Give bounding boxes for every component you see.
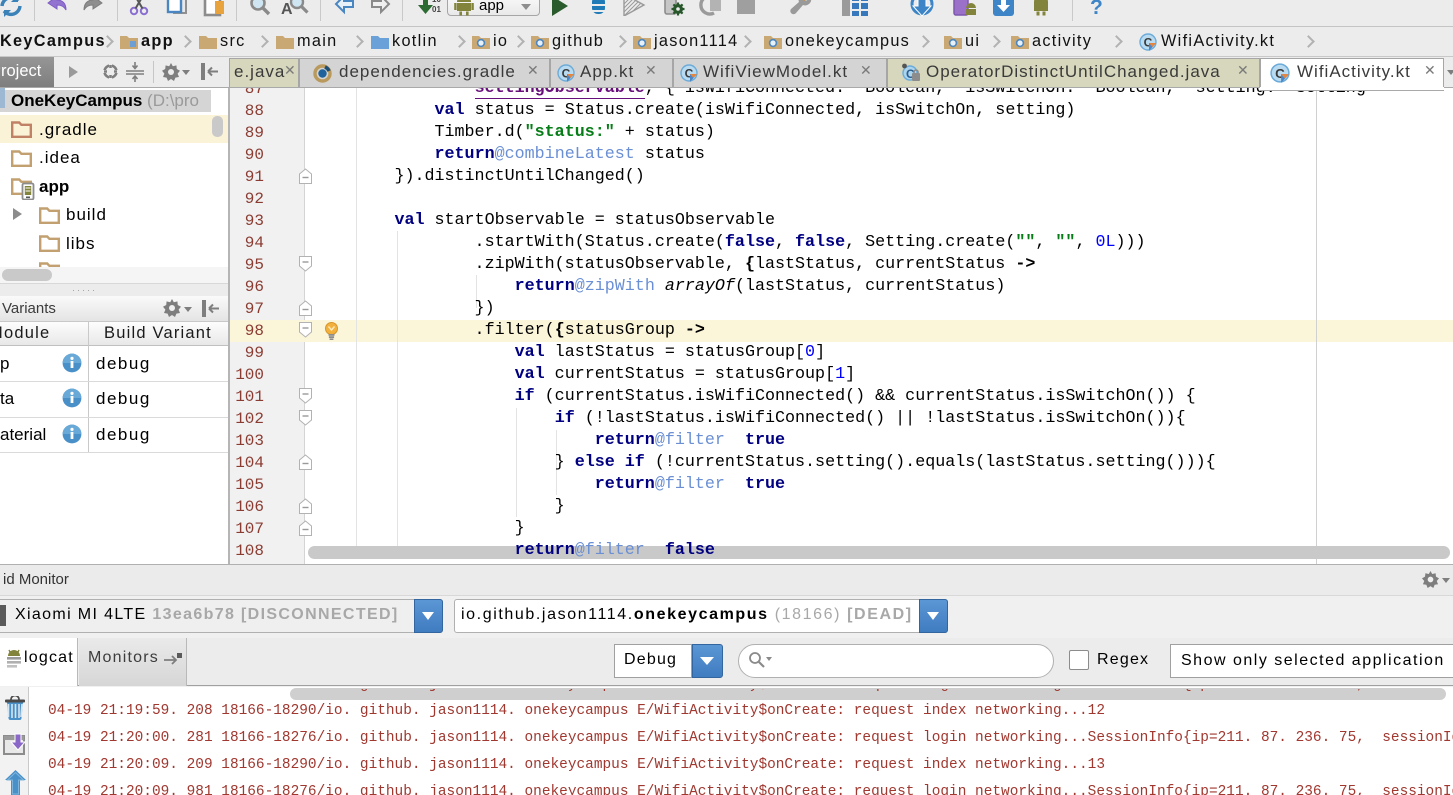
svg-text:A: A: [281, 1, 293, 17]
svg-text:10: 10: [432, 0, 441, 4]
svg-text:01: 01: [432, 5, 441, 14]
